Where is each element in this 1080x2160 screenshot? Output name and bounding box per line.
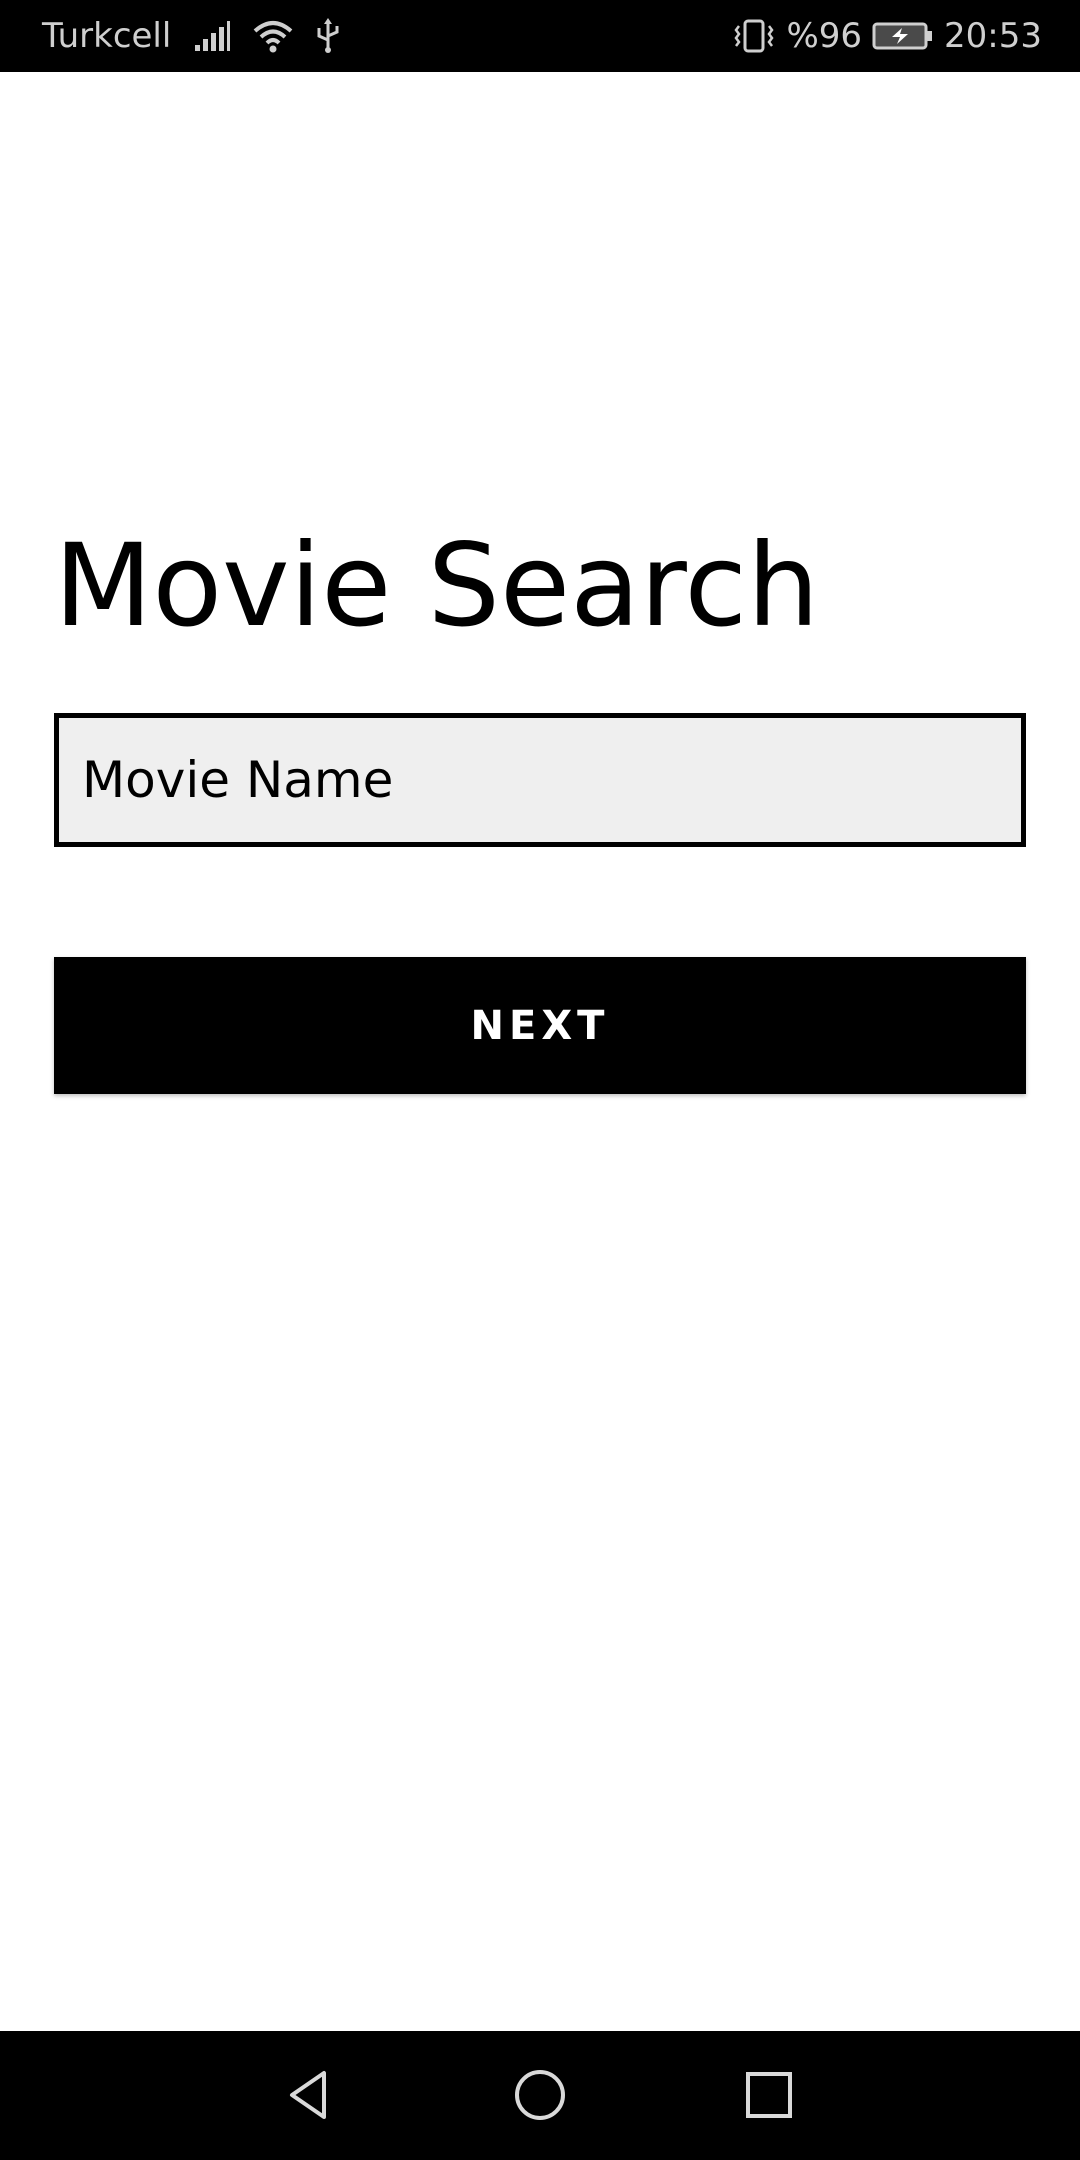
navigation-bar bbox=[0, 2031, 1080, 2160]
clock: 20:53 bbox=[944, 16, 1042, 56]
vibrate-icon bbox=[732, 18, 776, 54]
next-button[interactable]: NEXT bbox=[54, 957, 1026, 1094]
carrier-name: Turkcell bbox=[42, 16, 172, 56]
back-icon bbox=[282, 2067, 338, 2123]
page-title: Movie Search bbox=[54, 519, 820, 652]
status-left: Turkcell bbox=[42, 0, 341, 72]
battery-percent: %96 bbox=[786, 16, 863, 56]
back-button[interactable] bbox=[270, 2055, 350, 2135]
battery-charging-icon bbox=[872, 20, 934, 52]
signal-icon bbox=[193, 19, 231, 53]
usb-icon bbox=[315, 18, 341, 54]
movie-name-input[interactable] bbox=[54, 713, 1026, 847]
wifi-icon bbox=[253, 19, 293, 53]
status-bar: Turkcell %96 20:53 bbox=[0, 0, 1080, 72]
recents-button[interactable] bbox=[729, 2055, 809, 2135]
home-icon bbox=[512, 2067, 568, 2123]
home-button[interactable] bbox=[500, 2055, 580, 2135]
status-right: %96 20:53 bbox=[732, 0, 1042, 72]
recents-icon bbox=[741, 2067, 797, 2123]
